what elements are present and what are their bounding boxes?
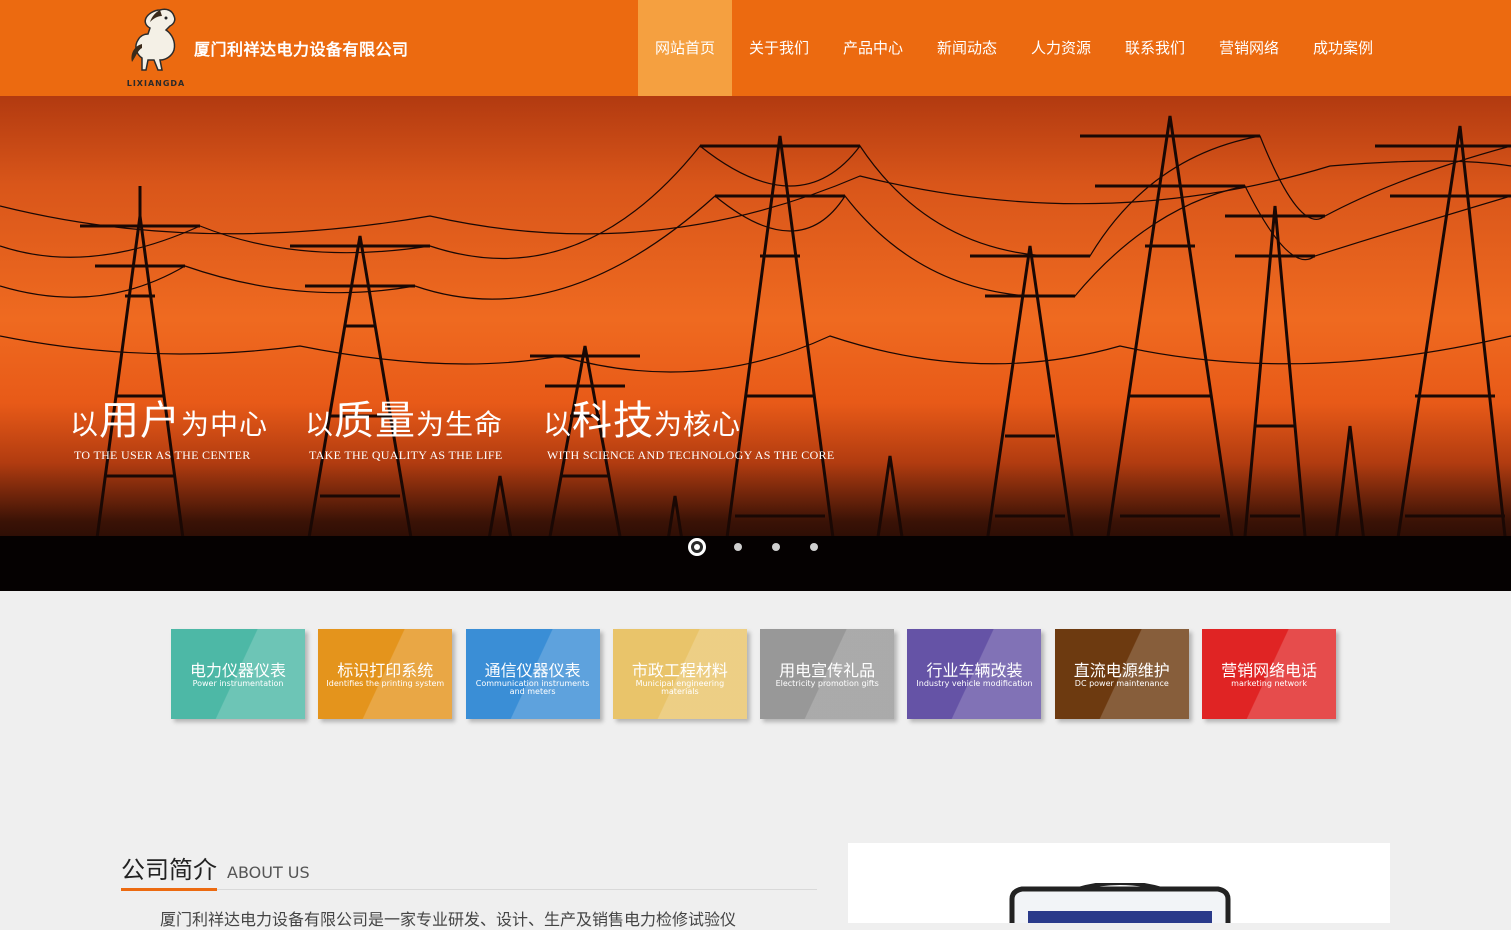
tile-subtitle: Electricity promotion gifts (775, 679, 879, 688)
slogan-prefix: 以 (543, 408, 573, 441)
tile-vehicle-modification[interactable]: 行业车辆改装 Industry vehicle modification (907, 629, 1042, 719)
slogan-suffix: 为中心 (181, 408, 269, 441)
tile-title: 直流电源维护 (1073, 661, 1170, 680)
company-logo[interactable]: LIXIANGDA (120, 4, 192, 92)
tile-title: 营销网络电话 (1221, 661, 1318, 680)
power-towers-image (0, 115, 1511, 591)
nav-item-products[interactable]: 产品中心 (826, 0, 920, 96)
about-divider-accent (121, 888, 217, 891)
about-title-cn: 公司简介 (121, 856, 217, 884)
slogan-user-center: 以用户为中心 TO THE USER AS THE CENTER (70, 388, 268, 463)
slogan-prefix: 以 (70, 408, 100, 441)
nav-item-marketing[interactable]: 营销网络 (1202, 0, 1296, 96)
about-heading: 公司简介 ABOUT US (121, 850, 310, 885)
slogan-big: 质量 (334, 398, 417, 444)
nav-item-home[interactable]: 网站首页 (638, 0, 732, 96)
carousel-dot-3[interactable] (772, 543, 780, 551)
horse-logo-icon (131, 8, 176, 71)
site-header: LIXIANGDA 厦门利祥达电力设备有限公司 网站首页 关于我们 产品中心 新… (0, 0, 1511, 96)
tile-subtitle: Power instrumentation (192, 679, 284, 688)
tile-title: 通信仪器仪表 (484, 661, 581, 680)
tile-promotion-gifts[interactable]: 用电宣传礼品 Electricity promotion gifts (760, 629, 895, 719)
about-divider (121, 888, 817, 891)
nav-item-hr[interactable]: 人力资源 (1014, 0, 1108, 96)
tile-printing-system[interactable]: 标识打印系统 Identifies the printing system (318, 629, 453, 719)
slogan-suffix: 为核心 (654, 408, 742, 441)
tile-title: 电力仪器仪表 (189, 661, 286, 680)
tile-title: 市政工程材料 (631, 661, 728, 680)
tile-marketing-network[interactable]: 营销网络电话 marketing network (1202, 629, 1337, 719)
slogan-big: 用户 (99, 398, 182, 444)
slogan-tech-core: 以科技为核心 WITH SCIENCE AND TECHNOLOGY AS TH… (543, 388, 834, 463)
slogan-suffix: 为生命 (416, 408, 504, 441)
nav-item-contact[interactable]: 联系我们 (1108, 0, 1202, 96)
tile-communication-instruments[interactable]: 通信仪器仪表 Communication instruments and met… (465, 629, 600, 719)
carousel-dot-4[interactable] (810, 543, 818, 551)
hero-banner[interactable]: 以用户为中心 TO THE USER AS THE CENTER 以质量为生命 … (0, 96, 1511, 591)
main-nav: 网站首页 关于我们 产品中心 新闻动态 人力资源 联系我们 营销网络 成功案例 (638, 0, 1390, 96)
nav-item-about[interactable]: 关于我们 (732, 0, 826, 96)
slogan-english: WITH SCIENCE AND TECHNOLOGY AS THE CORE (547, 448, 835, 462)
tile-subtitle: Industry vehicle modification (916, 679, 1033, 688)
slogan-prefix: 以 (305, 408, 335, 441)
product-image-card[interactable] (848, 843, 1390, 923)
tile-subtitle: marketing network (1231, 679, 1307, 688)
tile-dc-power-maintenance[interactable]: 直流电源维护 DC power maintenance (1054, 629, 1189, 719)
carousel-pagination (688, 537, 848, 557)
slogan-english: TO THE USER AS THE CENTER (74, 448, 251, 462)
tile-subtitle: Identifies the printing system (326, 679, 445, 688)
tile-municipal-materials[interactable]: 市政工程材料 Municipal engineering materials (612, 629, 747, 719)
about-text: 厦门利祥达电力设备有限公司是一家专业研发、设计、生产及销售电力检修试验仪 (160, 910, 737, 929)
tile-title: 行业车辆改装 (926, 661, 1023, 680)
tile-subtitle: Communication instruments and meters (475, 679, 590, 696)
slogan-quality-life: 以质量为生命 TAKE THE QUALITY AS THE LIFE (305, 388, 503, 463)
slogan-big: 科技 (572, 398, 655, 444)
nav-item-cases[interactable]: 成功案例 (1296, 0, 1390, 96)
company-name: 厦门利祥达电力设备有限公司 (194, 40, 409, 59)
tile-subtitle: DC power maintenance (1074, 679, 1169, 688)
tile-title: 用电宣传礼品 (779, 661, 876, 680)
tile-power-instrumentation[interactable]: 电力仪器仪表 Power instrumentation (171, 629, 305, 719)
tile-subtitle: Municipal engineering materials (635, 679, 725, 696)
about-title-en: ABOUT US (227, 863, 310, 882)
nav-item-news[interactable]: 新闻动态 (920, 0, 1014, 96)
slogan-english: TAKE THE QUALITY AS THE LIFE (309, 448, 503, 462)
carousel-dot-1[interactable] (688, 538, 706, 556)
carousel-dot-2[interactable] (734, 543, 742, 551)
tile-title: 标识打印系统 (337, 661, 434, 680)
logo-wordmark: LIXIANGDA (126, 79, 186, 88)
service-tiles: 电力仪器仪表 Power instrumentation 标识打印系统 Iden… (171, 629, 1349, 719)
instrument-case-image (1009, 883, 1231, 923)
